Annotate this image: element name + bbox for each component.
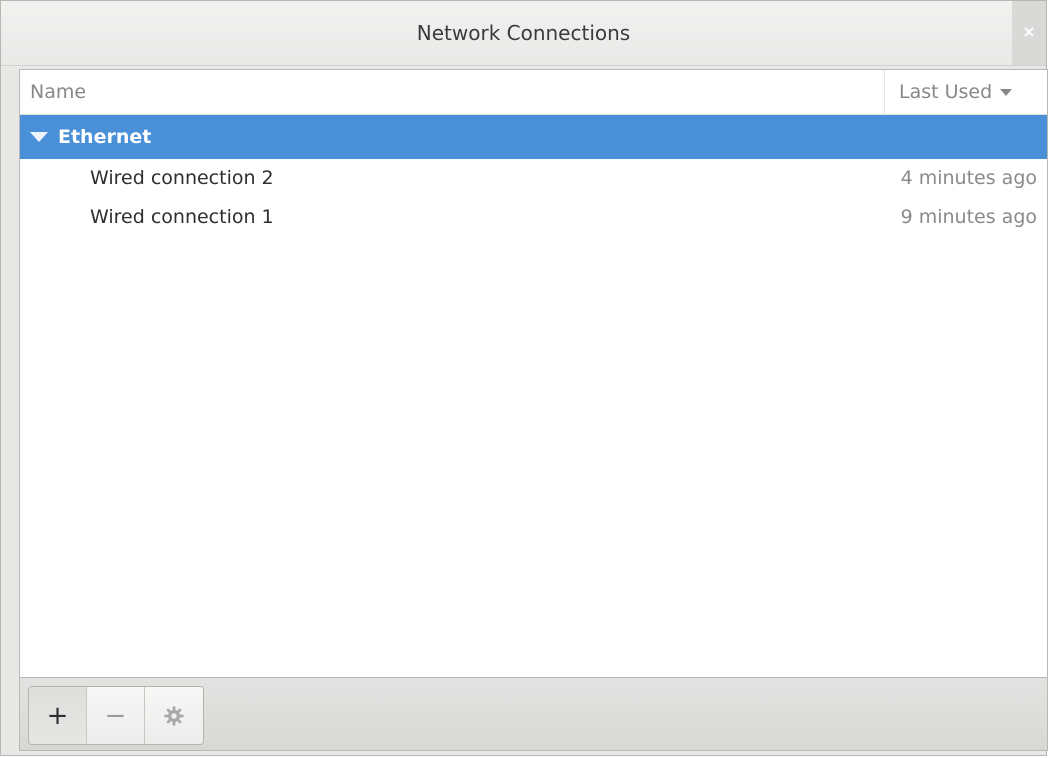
column-header-last-used[interactable]: Last Used <box>884 70 1047 114</box>
connection-name: Wired connection 1 <box>90 206 274 228</box>
plus-icon: + <box>46 700 69 731</box>
connection-last-used: 4 minutes ago <box>900 167 1037 189</box>
titlebar: Network Connections × <box>1 1 1046 66</box>
list-header: Name Last Used <box>20 70 1047 115</box>
minus-icon: − <box>104 700 127 731</box>
expander-triangle-icon[interactable] <box>30 132 48 142</box>
column-header-name[interactable]: Name <box>30 70 86 114</box>
remove-connection-button[interactable]: − <box>87 687 145 744</box>
sort-descending-icon <box>1000 89 1013 96</box>
connection-name: Wired connection 2 <box>90 167 274 189</box>
connections-list: Name Last Used Ethernet Wired connection… <box>19 69 1048 678</box>
close-button[interactable]: × <box>1012 1 1046 65</box>
connection-row[interactable]: Wired connection 2 4 minutes ago <box>20 159 1047 198</box>
edit-connection-button[interactable] <box>145 687 203 744</box>
close-icon: × <box>1022 22 1036 41</box>
group-row-ethernet[interactable]: Ethernet <box>20 115 1047 159</box>
connection-row[interactable]: Wired connection 1 9 minutes ago <box>20 198 1047 237</box>
column-header-last-used-label: Last Used <box>899 81 993 103</box>
group-label: Ethernet <box>58 126 152 148</box>
gear-icon <box>163 705 185 727</box>
toolbar-button-group: + − <box>28 686 204 745</box>
window-title: Network Connections <box>416 21 631 45</box>
list-toolbar: + − <box>19 678 1048 751</box>
network-connections-window: Network Connections × Name Last Used Eth… <box>0 0 1048 756</box>
add-connection-button[interactable]: + <box>29 687 87 744</box>
connection-last-used: 9 minutes ago <box>900 206 1037 228</box>
